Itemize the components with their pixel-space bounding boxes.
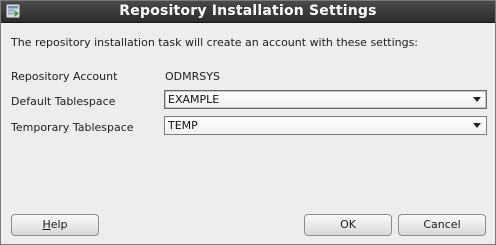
chevron-down-icon [473, 123, 481, 128]
default-tablespace-label: Default Tablespace [11, 95, 116, 108]
temporary-tablespace-select[interactable]: TEMP [164, 116, 487, 135]
dialog-window: Repository Installation Settings The rep… [0, 0, 496, 245]
ok-button[interactable]: OK [304, 214, 392, 236]
help-label-rest: elp [50, 218, 68, 231]
repository-account-value: ODMRSYS [165, 70, 220, 83]
help-button[interactable]: Help [11, 214, 99, 236]
chevron-down-icon [473, 97, 481, 102]
title-bar[interactable]: Repository Installation Settings [1, 1, 495, 23]
temporary-tablespace-label: Temporary Tablespace [11, 121, 134, 134]
temporary-tablespace-selected: TEMP [168, 119, 198, 132]
cancel-button[interactable]: Cancel [398, 214, 486, 236]
repository-account-label: Repository Account [11, 70, 118, 83]
intro-text: The repository installation task will cr… [11, 36, 419, 49]
default-tablespace-selected: EXAMPLE [168, 93, 220, 106]
default-tablespace-select[interactable]: EXAMPLE [164, 90, 487, 109]
dialog-title: Repository Installation Settings [119, 3, 377, 19]
help-mnemonic: H [42, 218, 51, 231]
